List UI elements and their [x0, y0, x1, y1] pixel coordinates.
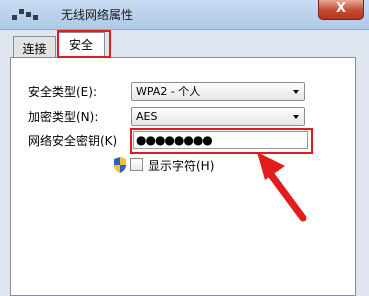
security-type-select[interactable]: WPA2 - 个人 — [131, 82, 305, 101]
close-button[interactable]: X — [318, 0, 364, 20]
network-key-input[interactable]: ●●●●●●●● — [133, 131, 308, 149]
show-characters-label: 显示字符(H) — [148, 159, 215, 173]
red-arrow-icon — [257, 152, 307, 222]
network-key-label: 网络安全密钥(K) — [28, 134, 118, 148]
app-icon — [12, 9, 38, 21]
chevron-down-icon — [293, 115, 299, 119]
security-type-value: WPA2 - 个人 — [136, 85, 201, 98]
tab-connection[interactable]: 连接 — [13, 36, 56, 57]
encryption-type-select[interactable]: AES — [131, 107, 305, 126]
window-title: 无线网络属性 — [61, 8, 134, 22]
tab-security[interactable]: 安全 — [57, 32, 105, 58]
title-bar: 无线网络属性 X — [0, 0, 369, 30]
uac-shield-icon — [114, 157, 126, 173]
chevron-down-icon — [293, 90, 299, 94]
encryption-type-value: AES — [136, 110, 158, 123]
show-characters-checkbox[interactable] — [130, 158, 143, 171]
encryption-type-label: 加密类型(N): — [28, 110, 99, 124]
security-type-label: 安全类型(E): — [28, 85, 97, 99]
